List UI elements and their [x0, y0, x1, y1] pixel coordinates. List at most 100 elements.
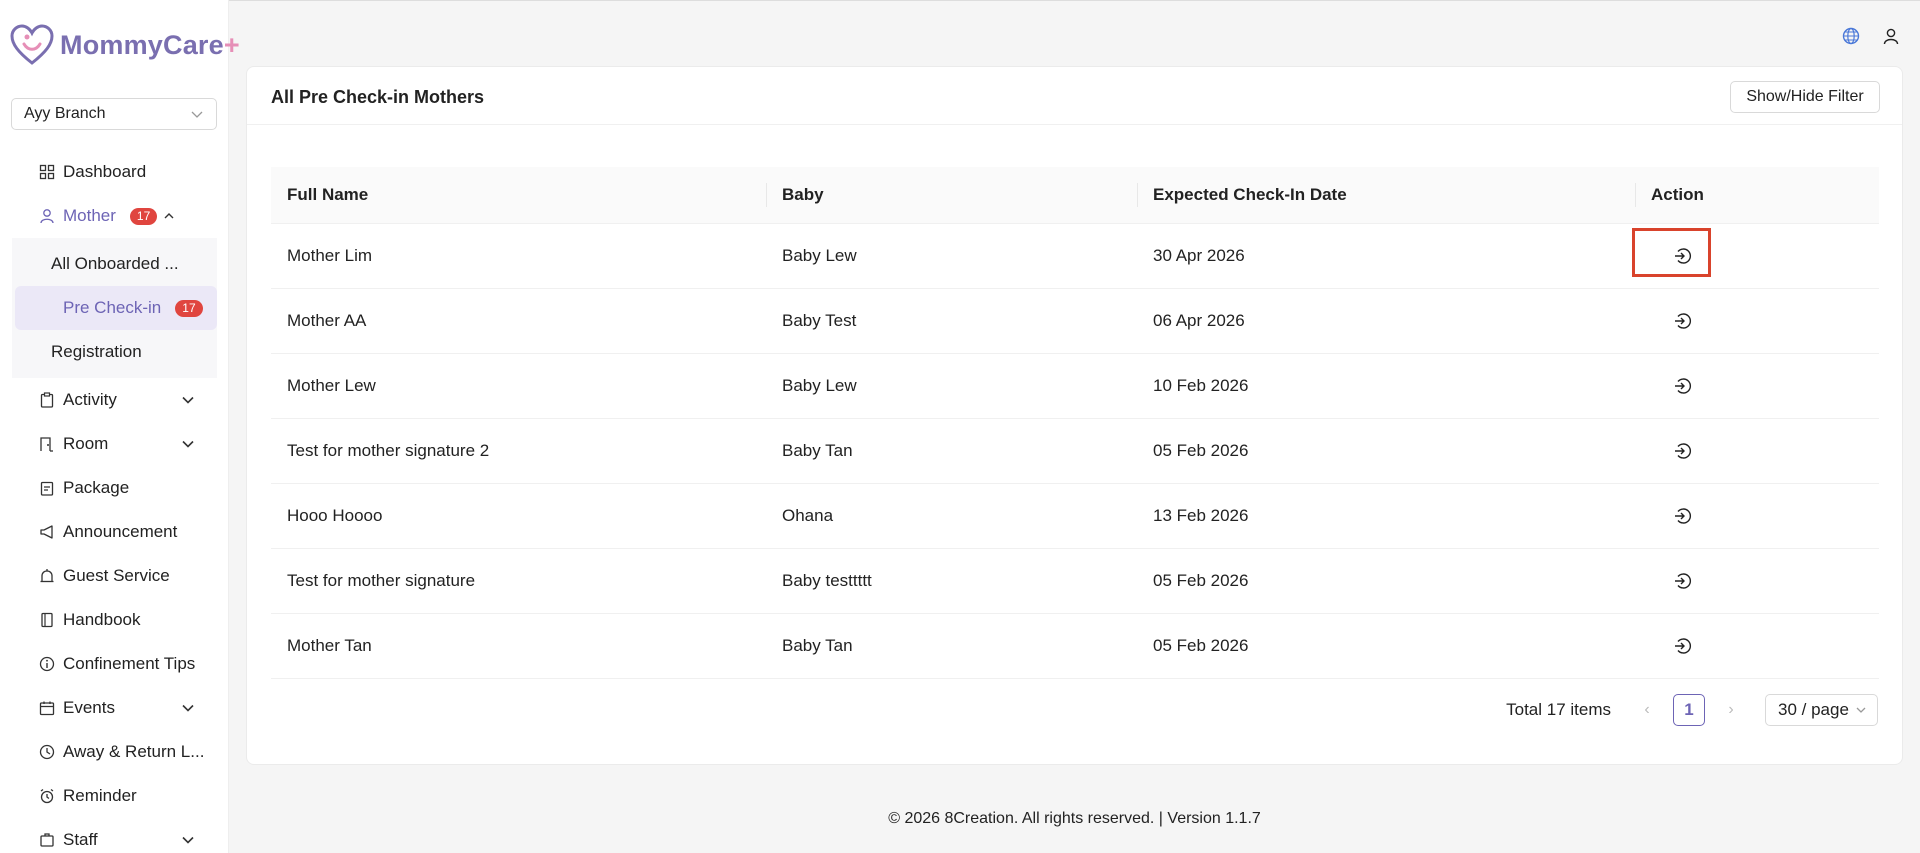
sidebar-item-all-onboarded[interactable]: All Onboarded ... — [0, 242, 217, 286]
sidebar-item-label: Room — [63, 434, 109, 453]
sidebar-item-events[interactable]: Events — [0, 686, 229, 730]
bell-icon — [40, 569, 54, 583]
chevron-down-icon — [182, 440, 194, 448]
table-row: Hooo Hoooo Ohana 13 Feb 2026 — [271, 483, 1879, 549]
sidebar-item-announcement[interactable]: Announcement — [0, 510, 229, 554]
book-icon — [41, 612, 53, 628]
logo[interactable]: MommyCare + — [10, 24, 240, 66]
branch-select[interactable]: Ayy Branch — [11, 98, 217, 130]
sidebar-item-dashboard[interactable]: Dashboard — [0, 150, 229, 194]
cell-expected-date: 05 Feb 2026 — [1137, 418, 1635, 484]
table-header-row: Full Name Baby Expected Check-In Date Ac… — [271, 167, 1879, 224]
table-row: Mother Tan Baby Tan 05 Feb 2026 — [271, 613, 1879, 679]
sidebar-item-mother[interactable]: Mother 17 — [0, 194, 229, 238]
cell-baby: Baby Test — [766, 288, 1137, 354]
staff-icon — [40, 833, 54, 847]
table-row: Mother AA Baby Test 06 Apr 2026 — [271, 288, 1879, 354]
calendar-icon — [39, 701, 55, 716]
cell-baby: Baby testtttt — [766, 548, 1137, 614]
cell-full-name: Mother Lew — [271, 353, 766, 419]
cell-full-name: Mother AA — [271, 288, 766, 354]
sidebar-item-package[interactable]: Package — [0, 466, 229, 510]
sidebar-item-confinement-tips[interactable]: Confinement Tips — [0, 642, 229, 686]
mother-count-badge: 17 — [129, 207, 158, 225]
sidebar-item-label: Dashboard — [63, 162, 147, 181]
cell-action — [1635, 548, 1879, 614]
sidebar-item-label: Activity — [63, 390, 117, 409]
prev-page-icon[interactable]: ‹ — [1631, 701, 1663, 719]
room-icon — [40, 437, 53, 452]
cell-expected-date: 06 Apr 2026 — [1137, 288, 1635, 354]
chevron-down-icon — [182, 836, 194, 844]
info-icon — [39, 656, 55, 672]
check-in-icon[interactable] — [1673, 636, 1693, 656]
show-hide-filter-button[interactable]: Show/Hide Filter — [1730, 81, 1880, 113]
cell-full-name: Test for mother signature — [271, 548, 766, 614]
sidebar-item-handbook[interactable]: Handbook — [0, 598, 229, 642]
page-title: All Pre Check-in Mothers — [271, 87, 485, 107]
sidebar-item-label: Confinement Tips — [63, 654, 196, 673]
brand-name: MommyCare — [60, 29, 224, 60]
check-in-icon[interactable] — [1673, 441, 1693, 461]
package-icon — [40, 481, 54, 496]
cell-action — [1635, 223, 1879, 289]
column-header-expected-date: Expected Check-In Date — [1137, 167, 1635, 224]
sidebar-item-away-return[interactable]: Away & Return L... — [0, 730, 229, 774]
globe-icon[interactable] — [1842, 27, 1860, 45]
user-icon — [40, 209, 54, 224]
user-profile-icon[interactable] — [1882, 27, 1900, 45]
chevron-down-icon — [182, 396, 194, 404]
chevron-up-icon — [164, 213, 174, 219]
sidebar-item-label: Mother — [63, 206, 116, 225]
pre-check-in-table: Full Name Baby Expected Check-In Date Ac… — [271, 167, 1879, 679]
cell-baby: Ohana — [766, 483, 1137, 549]
table-row: Mother Lew Baby Lew 10 Feb 2026 — [271, 353, 1879, 419]
pagination: Total 17 items ‹ 1 › 30 / page — [1506, 694, 1878, 726]
sidebar-item-label: Staff — [63, 830, 98, 849]
sidebar-item-room[interactable]: Room — [0, 422, 229, 466]
cell-action — [1635, 483, 1879, 549]
heart-logo-icon — [10, 24, 54, 65]
cell-baby: Baby Lew — [766, 223, 1137, 289]
next-page-icon[interactable]: › — [1715, 701, 1747, 719]
column-header-full-name: Full Name — [271, 167, 766, 224]
check-in-icon[interactable] — [1673, 376, 1693, 396]
sidebar-item-guest-service[interactable]: Guest Service — [0, 554, 229, 598]
check-in-icon[interactable] — [1673, 571, 1693, 591]
sidebar-item-label: All Onboarded ... — [51, 254, 179, 273]
cell-baby: Baby Tan — [766, 613, 1137, 679]
check-in-icon[interactable] — [1673, 246, 1693, 266]
check-in-icon[interactable] — [1673, 311, 1693, 331]
cell-expected-date: 30 Apr 2026 — [1137, 223, 1635, 289]
sidebar-item-reminder[interactable]: Reminder — [0, 774, 229, 818]
top-bar-icons — [1842, 27, 1900, 45]
table-row: Mother Lim Baby Lew 30 Apr 2026 — [271, 223, 1879, 289]
column-header-action: Action — [1635, 167, 1879, 224]
cell-baby: Baby Lew — [766, 353, 1137, 419]
sidebar-nav: Dashboard Mother 17 All Onboarded ... Pr… — [0, 150, 229, 853]
cell-expected-date: 13 Feb 2026 — [1137, 483, 1635, 549]
cell-baby: Baby Tan — [766, 418, 1137, 484]
sidebar: MommyCare + Ayy Branch Dashboard Mother 1… — [0, 0, 240, 853]
sidebar-item-staff[interactable]: Staff — [0, 818, 229, 853]
sidebar-item-label: Events — [63, 698, 115, 717]
mother-submenu: All Onboarded ... Pre Check-in 17 Regist… — [12, 238, 217, 378]
chevron-down-icon — [182, 704, 194, 712]
sidebar-item-label: Registration — [51, 342, 142, 361]
cell-action — [1635, 288, 1879, 354]
check-in-icon[interactable] — [1673, 506, 1693, 526]
clipboard-icon — [40, 392, 54, 408]
page-size-value: 30 / page — [1778, 700, 1849, 719]
alarm-icon — [40, 788, 54, 804]
page-size-select[interactable]: 30 / page — [1765, 694, 1878, 726]
branch-select-value: Ayy Branch — [24, 105, 106, 122]
sidebar-item-label: Guest Service — [63, 566, 170, 585]
page-number-button[interactable]: 1 — [1673, 694, 1705, 726]
cell-full-name: Hooo Hoooo — [271, 483, 766, 549]
sidebar-item-label: Package — [63, 478, 130, 497]
sidebar-item-registration[interactable]: Registration — [0, 330, 217, 374]
sidebar-item-pre-check-in[interactable]: Pre Check-in 17 — [15, 286, 217, 330]
table-row: Test for mother signature Baby testtttt 05… — [271, 548, 1879, 614]
dashboard-icon — [39, 164, 55, 180]
sidebar-item-activity[interactable]: Activity — [0, 378, 229, 422]
